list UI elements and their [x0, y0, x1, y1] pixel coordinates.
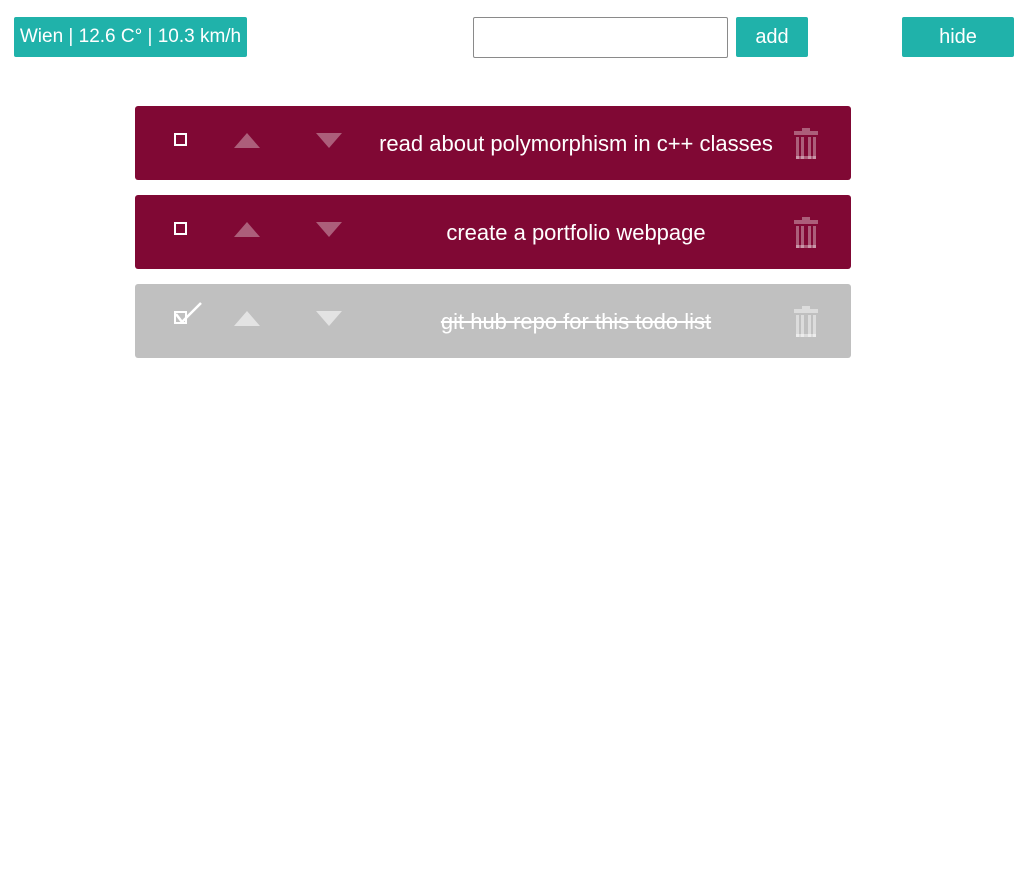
trash-icon[interactable]	[794, 217, 818, 248]
arrow-down-icon[interactable]	[316, 311, 342, 326]
checkmark-icon	[175, 302, 202, 324]
trash-icon[interactable]	[794, 306, 818, 337]
todo-text: git hub repo for this todo list	[440, 309, 712, 334]
todo-item: create a portfolio webpage	[135, 195, 851, 269]
arrow-up-icon[interactable]	[234, 133, 260, 148]
new-task-input[interactable]	[473, 17, 728, 58]
arrow-down-icon[interactable]	[316, 133, 342, 148]
todo-item: read about polymorphism in c++ classes	[135, 106, 851, 180]
add-button[interactable]: add	[736, 17, 808, 57]
checkbox-icon[interactable]	[174, 222, 187, 235]
todo-text: read about polymorphism in c++ classes	[379, 131, 773, 156]
arrow-up-icon[interactable]	[234, 222, 260, 237]
arrow-up-icon[interactable]	[234, 311, 260, 326]
todo-list: read about polymorphism in c++ classes c…	[135, 106, 851, 373]
arrow-down-icon[interactable]	[316, 222, 342, 237]
checkbox-icon[interactable]	[174, 133, 187, 146]
todo-text: create a portfolio webpage	[446, 220, 706, 245]
weather-info: Wien | 12.6 C° | 10.3 km/h	[14, 17, 247, 57]
hide-button[interactable]: hide	[902, 17, 1014, 57]
trash-icon[interactable]	[794, 128, 818, 159]
todo-item: git hub repo for this todo list	[135, 284, 851, 358]
